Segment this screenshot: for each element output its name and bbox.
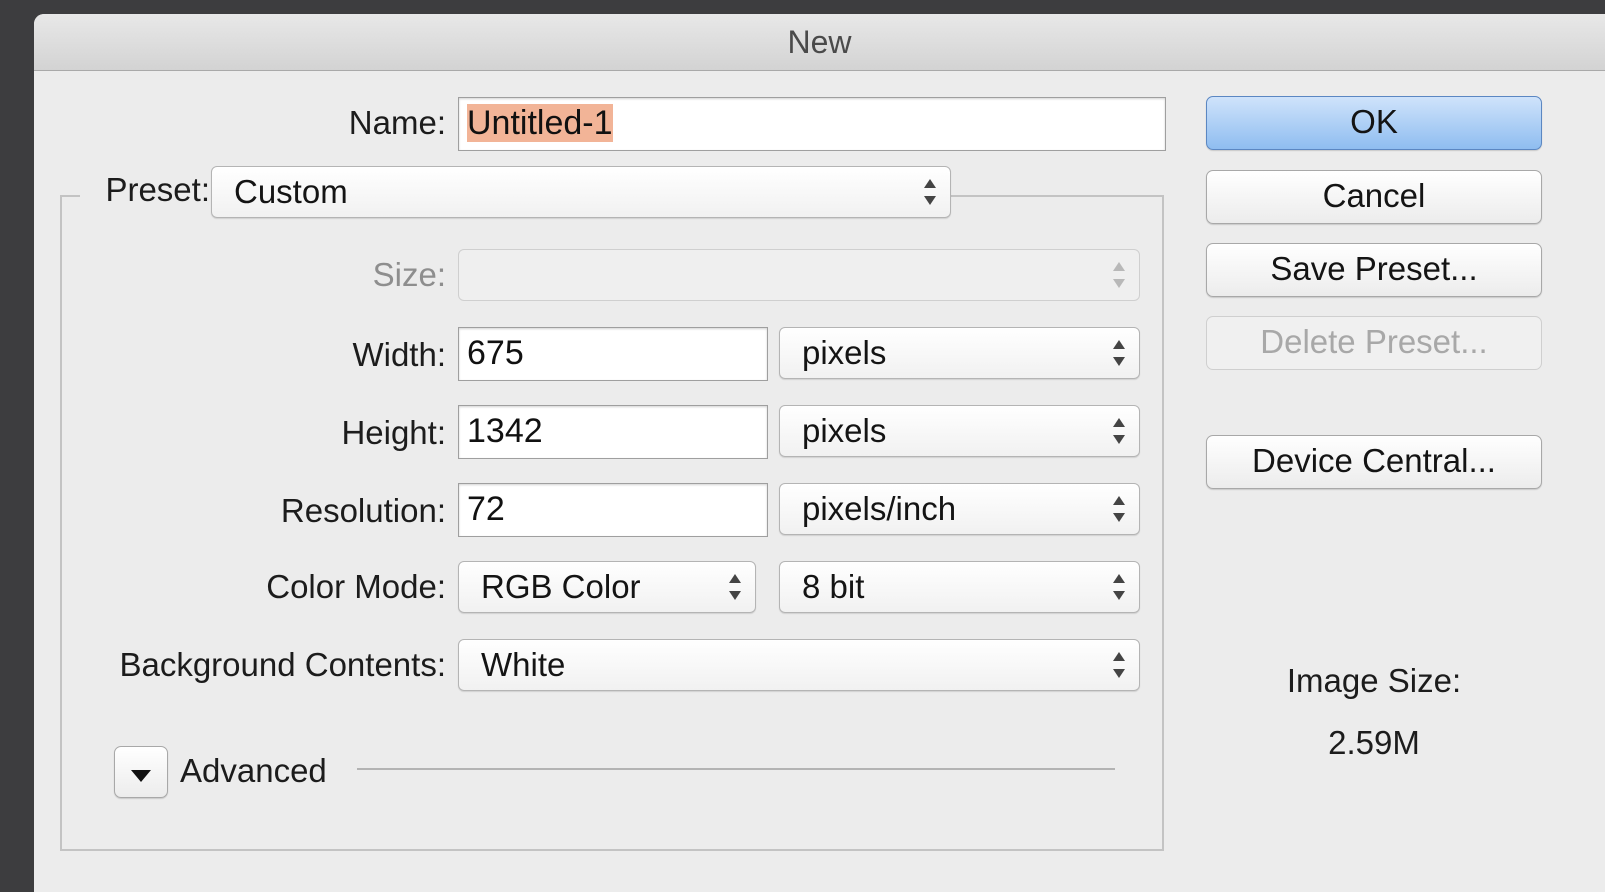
size-select[interactable]: [458, 249, 1140, 301]
resolution-unit-stepper-icon: [1113, 492, 1125, 526]
name-input[interactable]: Untitled-1: [458, 97, 1166, 151]
height-unit-stepper-icon: [1113, 414, 1125, 448]
advanced-divider: [357, 768, 1115, 770]
background-contents-select[interactable]: White: [458, 639, 1140, 691]
background-contents-label: Background Contents:: [119, 646, 446, 683]
resolution-unit-value: pixels/inch: [802, 490, 957, 527]
width-unit-stepper-icon: [1113, 336, 1125, 370]
color-mode-label: Color Mode:: [266, 568, 446, 605]
preset-stepper-icon: [924, 175, 936, 209]
bit-depth-select[interactable]: 8 bit: [779, 561, 1140, 613]
width-unit-value: pixels: [802, 334, 887, 371]
triangle-down-icon: [131, 770, 151, 782]
name-label: Name:: [348, 104, 446, 141]
advanced-label: Advanced: [180, 752, 327, 789]
color-mode-select[interactable]: RGB Color: [458, 561, 756, 613]
resolution-unit-select[interactable]: pixels/inch: [779, 483, 1140, 535]
color-mode-stepper-icon: [729, 570, 741, 604]
height-label: Height:: [341, 414, 446, 451]
width-label: Width:: [352, 336, 446, 373]
height-input[interactable]: 1342: [458, 405, 768, 459]
bit-depth-stepper-icon: [1113, 570, 1125, 604]
delete-preset-button[interactable]: Delete Preset...: [1206, 316, 1542, 370]
width-unit-select[interactable]: pixels: [779, 327, 1140, 379]
image-size-value: 2.59M: [1328, 724, 1420, 761]
name-value: Untitled-1: [467, 104, 613, 142]
resolution-label: Resolution:: [280, 492, 446, 529]
preset-label: Preset:: [80, 171, 218, 209]
bit-depth-value: 8 bit: [802, 568, 865, 605]
preset-value: Custom: [234, 173, 348, 210]
background-stepper-icon: [1113, 648, 1125, 682]
size-stepper-icon: [1113, 258, 1125, 292]
preset-select[interactable]: Custom: [211, 166, 951, 218]
width-input[interactable]: 675: [458, 327, 768, 381]
advanced-disclosure-button[interactable]: [114, 746, 168, 798]
ok-button[interactable]: OK: [1206, 96, 1542, 150]
save-preset-button[interactable]: Save Preset...: [1206, 243, 1542, 297]
height-unit-select[interactable]: pixels: [779, 405, 1140, 457]
height-unit-value: pixels: [802, 412, 887, 449]
resolution-input[interactable]: 72: [458, 483, 768, 537]
device-central-button[interactable]: Device Central...: [1206, 435, 1542, 489]
background-contents-value: White: [481, 646, 566, 683]
color-mode-value: RGB Color: [481, 568, 641, 605]
image-size-label: Image Size:: [1286, 662, 1462, 699]
new-document-dialog: New Name: Untitled-1 Preset: Custom Size…: [34, 14, 1605, 892]
size-label: Size:: [372, 256, 446, 293]
dialog-title: New: [34, 14, 1605, 71]
cancel-button[interactable]: Cancel: [1206, 170, 1542, 224]
